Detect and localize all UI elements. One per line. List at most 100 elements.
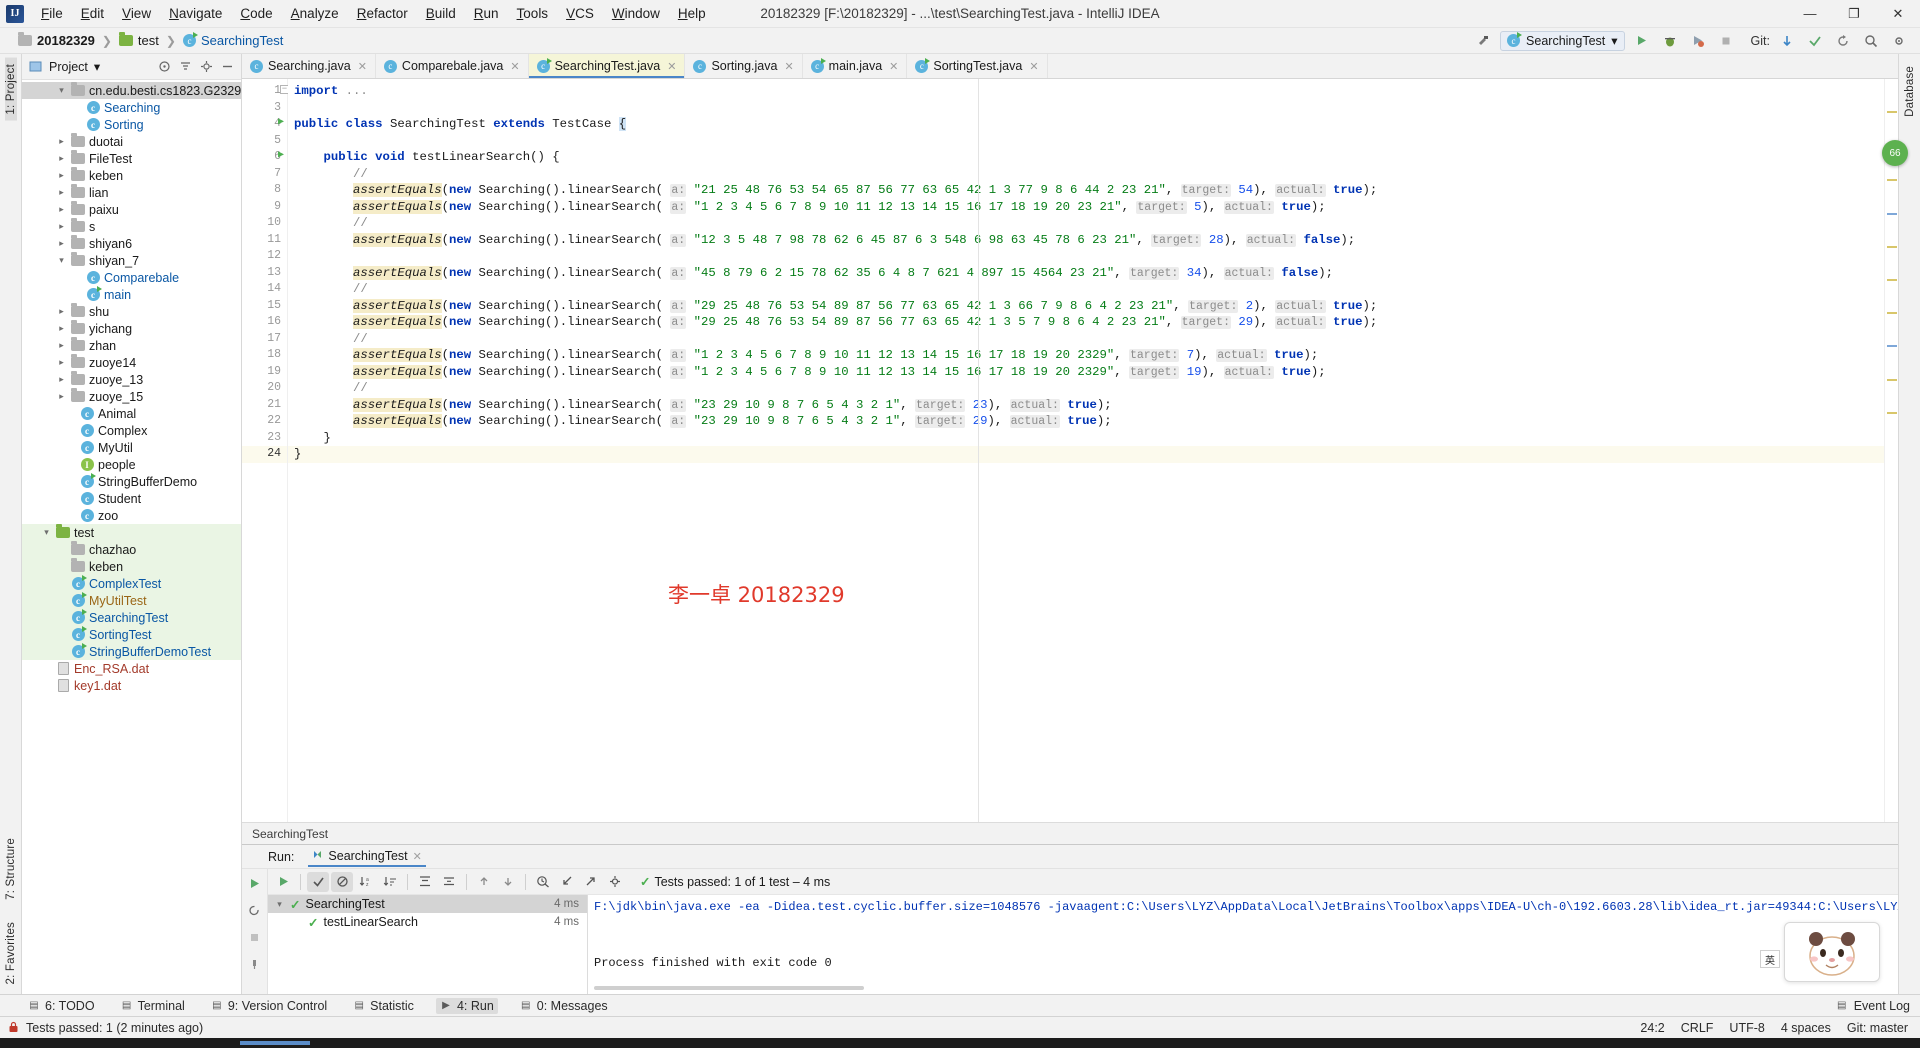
gutter-line-number[interactable]: 11 (242, 232, 287, 249)
tab-close-icon[interactable]: ✕ (889, 60, 898, 73)
tab-close-icon[interactable]: ✕ (784, 60, 793, 73)
line-separator[interactable]: CRLF (1681, 1021, 1714, 1035)
code-line[interactable]: assertEquals(new Searching().linearSearc… (288, 413, 1884, 430)
gutter-line-number[interactable]: 17 (242, 331, 287, 348)
menu-item-vcs[interactable]: VCS (557, 2, 603, 25)
stripe-marker[interactable] (1887, 379, 1897, 381)
code-line[interactable]: assertEquals(new Searching().linearSearc… (288, 265, 1884, 282)
git-branch[interactable]: Git: master (1847, 1021, 1908, 1035)
menu-item-analyze[interactable]: Analyze (282, 2, 348, 25)
menu-item-tools[interactable]: Tools (508, 2, 558, 25)
tree-row[interactable]: c MyUtil (22, 439, 241, 456)
tree-row[interactable]: Enc_RSA.dat (22, 660, 241, 677)
console-horizontal-scrollbar[interactable] (594, 986, 864, 990)
chevron-right-icon[interactable]: ▸ (56, 374, 67, 385)
tree-row[interactable]: ▸ zuoye_15 (22, 388, 241, 405)
tree-row[interactable]: c Sorting (22, 116, 241, 133)
tree-row[interactable]: c SearchingTest (22, 609, 241, 626)
notification-badge[interactable]: 66 (1882, 140, 1908, 166)
chevron-down-icon[interactable]: ▾ (56, 255, 67, 266)
stripe-marker[interactable] (1887, 412, 1897, 414)
tree-row[interactable]: c StringBufferDemoTest (22, 643, 241, 660)
git-commit-icon[interactable] (1804, 31, 1826, 51)
code-line[interactable]: assertEquals(new Searching().linearSearc… (288, 182, 1884, 199)
gutter-line-number[interactable]: 19 (242, 364, 287, 381)
code-content[interactable]: 李一卓 20182329 import ... public class Sea… (288, 79, 1884, 822)
test-results-tree[interactable]: ▾ ✓ SearchingTest 4 ms ✓ testLinearSearch 4 ms (268, 895, 588, 994)
hide-panel-icon[interactable] (220, 59, 235, 74)
project-tree[interactable]: ▾ cn.edu.besti.cs1823.G2329 c Searching c Sor… (22, 80, 241, 994)
bottom-tool-strip[interactable]: ▤ 6: TODO ▤ Terminal ▤ 9: Version Control ▤ Sta… (0, 994, 1920, 1016)
chevron-right-icon[interactable]: ▸ (56, 306, 67, 317)
import-tests-icon[interactable] (556, 872, 578, 892)
gutter-line-number[interactable]: 12 (242, 248, 287, 265)
maximize-button[interactable]: ❐ (1832, 0, 1876, 28)
editor-tab[interactable]: c SortingTest.java ✕ (907, 54, 1048, 78)
tree-row[interactable]: ▾ test (22, 524, 241, 541)
breadcrumb-test[interactable]: test (115, 31, 163, 50)
settings-gear-icon[interactable] (1888, 31, 1910, 51)
menu-item-navigate[interactable]: Navigate (160, 2, 231, 25)
run-method-gutter-icon[interactable]: ▶ (273, 149, 284, 161)
menu-item-edit[interactable]: Edit (72, 2, 113, 25)
breadcrumb-class[interactable]: c SearchingTest (179, 31, 287, 50)
tree-row[interactable]: c Comparebale (22, 269, 241, 286)
tree-row[interactable]: key1.dat (22, 677, 241, 694)
menu-item-help[interactable]: Help (669, 2, 715, 25)
sort-alphabetically-icon[interactable]: az (355, 872, 377, 892)
stripe-marker[interactable] (1887, 279, 1897, 281)
code-line[interactable]: public void testLinearSearch() { (288, 149, 1884, 166)
tree-row[interactable]: c Searching (22, 99, 241, 116)
expand-all-icon[interactable] (414, 872, 436, 892)
gutter-line-number[interactable]: 23 (242, 430, 287, 447)
code-line[interactable]: assertEquals(new Searching().linearSearc… (288, 347, 1884, 364)
run-console[interactable]: F:\jdk\bin\java.exe -ea -Didea.test.cycl… (588, 895, 1898, 994)
menu-item-window[interactable]: Window (603, 2, 669, 25)
tree-row[interactable]: c Student (22, 490, 241, 507)
rail-tab-project[interactable]: 1: Project (4, 58, 17, 121)
tree-row[interactable]: chazhao (22, 541, 241, 558)
tree-row[interactable]: ▸ FileTest (22, 150, 241, 167)
editor-tab[interactable]: c SearchingTest.java ✕ (528, 54, 686, 78)
code-line[interactable]: assertEquals(new Searching().linearSearc… (288, 314, 1884, 331)
run-configuration-selector[interactable]: c SearchingTest ▾ (1500, 30, 1625, 51)
chevron-right-icon[interactable]: ▸ (56, 136, 67, 147)
show-ignored-icon[interactable] (331, 871, 353, 892)
code-line[interactable]: assertEquals(new Searching().linearSearc… (288, 397, 1884, 414)
debug-button[interactable] (1659, 31, 1681, 51)
editor-gutter[interactable]: 1 3 4 5 6 7 8 9 10 11 12 13 14 15 16 17 18 19 20 21 22 23 24− ▶… (242, 79, 299, 822)
gutter-line-number[interactable]: 10 (242, 215, 287, 232)
tree-row[interactable]: c ComplexTest (22, 575, 241, 592)
gutter-line-number[interactable]: 7 (242, 166, 287, 183)
desktop-mascot-widget[interactable] (1784, 922, 1880, 982)
bottom-tool-statistic[interactable]: ▤ Statistic (349, 998, 418, 1014)
rail-tab-database[interactable]: Database (1904, 60, 1916, 123)
code-line[interactable]: // (288, 331, 1884, 348)
bottom-tool-run[interactable]: ▶ 4: Run (435, 997, 498, 1014)
minimize-button[interactable]: — (1788, 0, 1832, 28)
chevron-right-icon[interactable]: ▸ (56, 357, 67, 368)
chevron-down-icon[interactable]: ▾ (274, 899, 285, 910)
gutter-line-number[interactable]: 3 (242, 100, 287, 117)
tree-row[interactable]: c Animal (22, 405, 241, 422)
tree-row[interactable]: c main (22, 286, 241, 303)
chevron-right-icon[interactable]: ▸ (56, 221, 67, 232)
code-line[interactable]: assertEquals(new Searching().linearSearc… (288, 298, 1884, 315)
chevron-down-icon[interactable]: ▾ (56, 85, 67, 96)
rail-tab-structure[interactable]: 7: Structure (5, 832, 17, 906)
stop-process-icon[interactable] (244, 927, 266, 947)
code-line[interactable]: // (288, 166, 1884, 183)
menu-item-view[interactable]: View (113, 2, 160, 25)
code-line[interactable] (288, 100, 1884, 117)
tree-row[interactable]: ▸ yichang (22, 320, 241, 337)
chevron-down-icon[interactable]: ▾ (41, 527, 52, 538)
gutter-line-number[interactable]: 15 (242, 298, 287, 315)
tree-row[interactable]: ▾ cn.edu.besti.cs1823.G2329 (22, 82, 241, 99)
ime-indicator[interactable]: 英 (1760, 950, 1780, 968)
menu-bar[interactable]: File Edit View Navigate Code Analyze Refactor B… (32, 2, 715, 25)
stripe-marker[interactable] (1887, 312, 1897, 314)
code-line[interactable] (288, 133, 1884, 150)
test-result-row[interactable]: ▾ ✓ SearchingTest 4 ms (268, 895, 587, 913)
chevron-right-icon[interactable]: ▸ (56, 391, 67, 402)
tab-close-icon[interactable]: ✕ (510, 60, 519, 73)
